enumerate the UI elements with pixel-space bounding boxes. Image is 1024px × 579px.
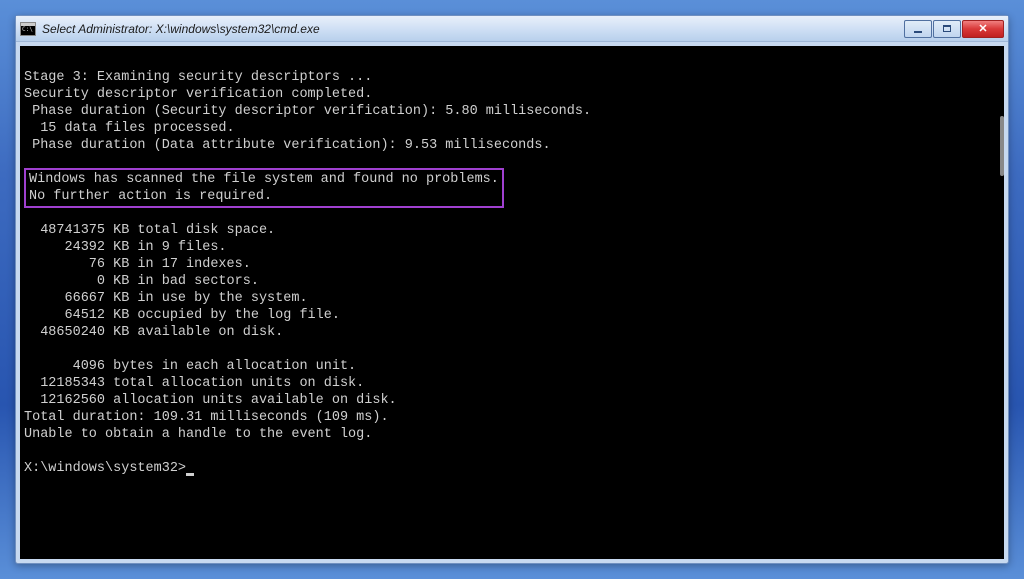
output-line: 76 KB in 17 indexes. (24, 257, 251, 272)
output-line: 12185343 total allocation units on disk. (24, 376, 364, 391)
output-line: Phase duration (Security descriptor veri… (24, 104, 591, 119)
cmd-icon (20, 22, 36, 36)
titlebar[interactable]: Select Administrator: X:\windows\system3… (16, 16, 1008, 42)
output-line: Phase duration (Data attribute verificat… (24, 138, 551, 153)
scrollbar[interactable] (1000, 116, 1004, 176)
window-title: Select Administrator: X:\windows\system3… (42, 22, 904, 36)
output-line: Security descriptor verification complet… (24, 87, 372, 102)
output-line: 66667 KB in use by the system. (24, 291, 308, 306)
output-line: No further action is required. (29, 189, 272, 204)
output-line: Stage 3: Examining security descriptors … (24, 70, 372, 85)
output-line: 64512 KB occupied by the log file. (24, 308, 340, 323)
output-line: 24392 KB in 9 files. (24, 240, 227, 255)
output-line: 12162560 allocation units available on d… (24, 393, 397, 408)
output-line: 15 data files processed. (24, 121, 235, 136)
output-line: Unable to obtain a handle to the event l… (24, 427, 372, 442)
output-line: 0 KB in bad sectors. (24, 274, 259, 289)
window-controls: ✕ (904, 20, 1004, 38)
cmd-window: Select Administrator: X:\windows\system3… (15, 15, 1009, 564)
maximize-button[interactable] (933, 20, 961, 38)
prompt: X:\windows\system32> (24, 461, 186, 476)
output-line: Windows has scanned the file system and … (29, 172, 499, 187)
console-output[interactable]: Stage 3: Examining security descriptors … (20, 46, 1004, 559)
output-line: 48741375 KB total disk space. (24, 223, 275, 238)
close-button[interactable]: ✕ (962, 20, 1004, 38)
highlighted-result-box: Windows has scanned the file system and … (24, 168, 504, 208)
output-line: 48650240 KB available on disk. (24, 325, 283, 340)
cursor (186, 473, 194, 476)
minimize-button[interactable] (904, 20, 932, 38)
output-line: Total duration: 109.31 milliseconds (109… (24, 410, 389, 425)
output-line: 4096 bytes in each allocation unit. (24, 359, 356, 374)
